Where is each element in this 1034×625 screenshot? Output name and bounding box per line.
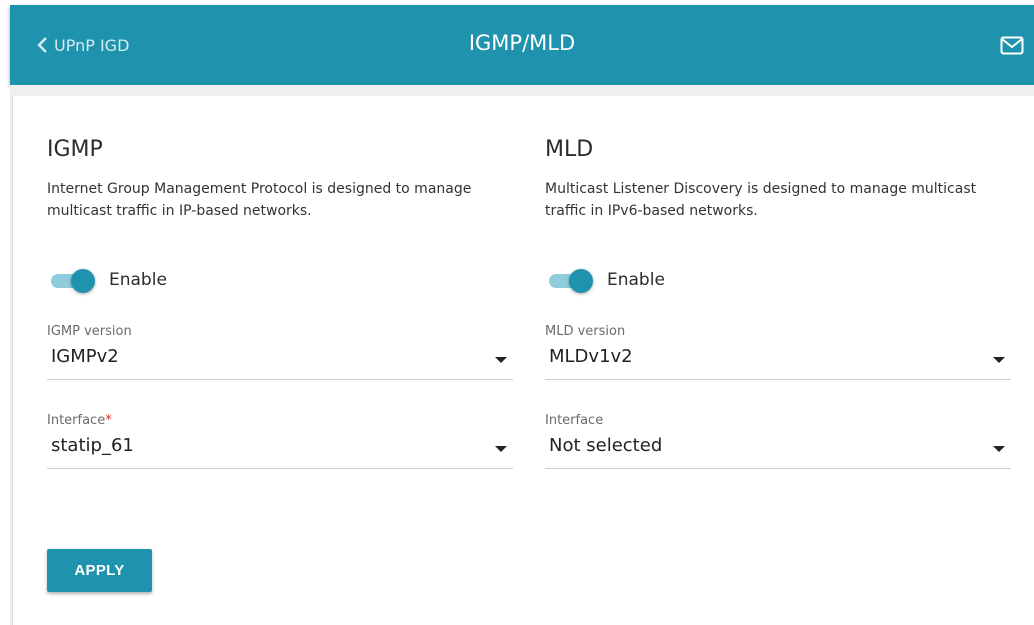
top-bar: UPnP IGD IGMP/MLD	[10, 5, 1034, 85]
caret-down-icon	[993, 446, 1005, 452]
igmp-interface-select[interactable]: Interface* statip_61	[47, 413, 513, 469]
igmp-version-select[interactable]: IGMP version IGMPv2	[47, 324, 513, 380]
mld-description: Multicast Listener Discovery is designed…	[545, 181, 977, 219]
required-marker: *	[105, 413, 112, 428]
igmp-interface-label: Interface*	[47, 413, 112, 428]
igmp-version-value: IGMPv2	[51, 346, 119, 367]
igmp-title: IGMP	[47, 137, 103, 162]
mld-toggle[interactable]	[549, 268, 593, 293]
mld-interface-label: Interface	[545, 413, 604, 428]
mld-version-value: MLDv1v2	[549, 346, 633, 367]
mld-interface-value: Not selected	[549, 435, 663, 456]
igmp-enable-label: Enable	[109, 270, 167, 290]
igmp-enable-switch[interactable]: Enable	[51, 266, 167, 294]
mld-interface-select[interactable]: Interface Not selected	[545, 413, 1011, 469]
mld-enable-label: Enable	[607, 270, 665, 290]
igmp-toggle[interactable]	[51, 268, 95, 293]
mail-icon[interactable]	[1000, 36, 1024, 59]
mld-enable-switch[interactable]: Enable	[549, 266, 665, 294]
settings-card: IGMP Internet Group Management Protocol …	[12, 96, 1034, 625]
igmp-description: Internet Group Management Protocol is de…	[47, 181, 472, 219]
igmp-version-label: IGMP version	[47, 324, 132, 339]
igmp-interface-value: statip_61	[51, 435, 134, 456]
caret-down-icon	[495, 357, 507, 363]
mld-title: MLD	[545, 137, 594, 162]
mld-version-label: MLD version	[545, 324, 626, 339]
caret-down-icon	[495, 446, 507, 452]
toggle-knob	[569, 269, 593, 293]
apply-button[interactable]: APPLY	[47, 549, 152, 592]
caret-down-icon	[993, 357, 1005, 363]
toggle-knob	[71, 269, 95, 293]
page-title: IGMP/MLD	[468, 31, 576, 55]
mld-version-select[interactable]: MLD version MLDv1v2	[545, 324, 1011, 380]
